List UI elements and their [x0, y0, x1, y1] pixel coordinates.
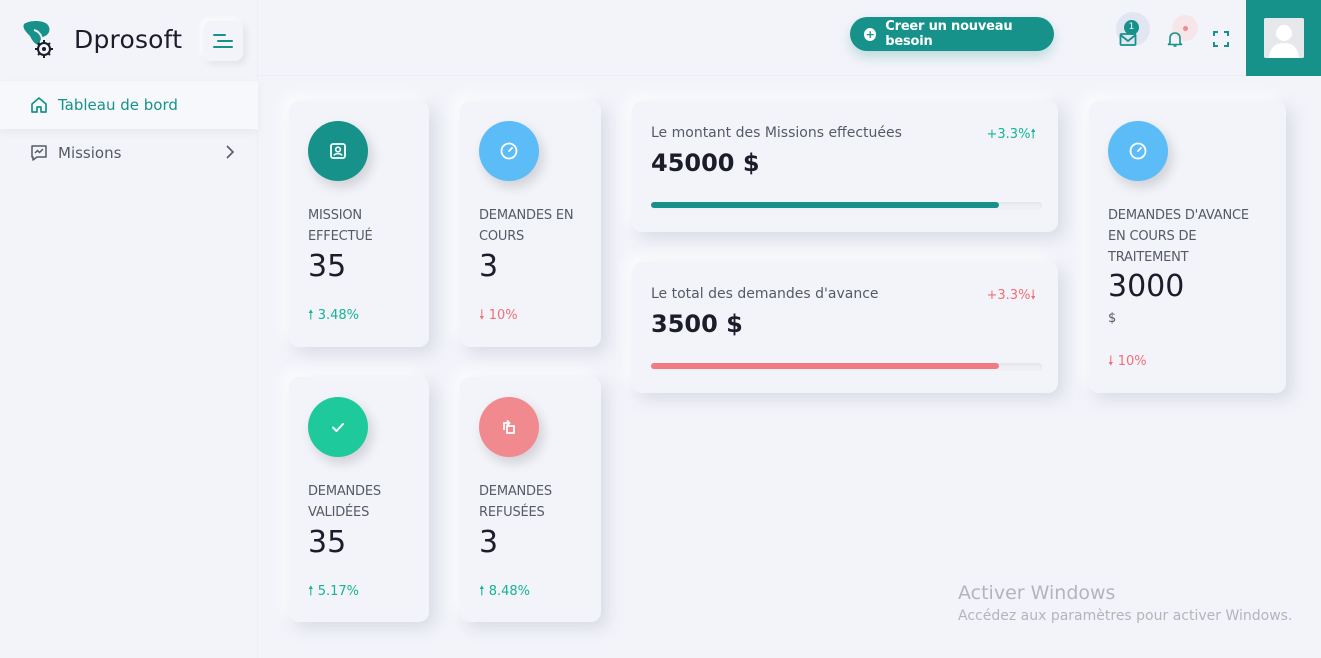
amount-pct-value: +3.3% [986, 127, 1031, 142]
amount-card-missions: Le montant des Missions effectuées +3.3%… [632, 101, 1058, 232]
stat-label: DEMANDES REFUSÉES [479, 484, 552, 520]
arrow-up-icon: 🠕 [479, 584, 485, 599]
fullscreen-button[interactable] [1206, 24, 1236, 54]
stat-card-demandes-en-cours: DEMANDES EN COURS 3 🠗 10% [460, 101, 601, 347]
topbar: + Creer un nouveau besoin 1 [258, 0, 1321, 76]
avatar [1263, 18, 1304, 58]
arrow-up-icon: 🠕 [308, 584, 314, 599]
stat-card-demandes-refusees: DEMANDES REFUSÉES 3 🠕 8.48% [460, 377, 601, 622]
profile-icon [330, 143, 346, 159]
progress-fill [651, 363, 999, 369]
amount-title: Le total des demandes d'avance [651, 286, 879, 302]
stat-label: DEMANDES D'AVANCE EN COURS DE TRAITEMENT [1108, 208, 1249, 265]
amount-pct: +3.3%🠕 [987, 125, 1037, 147]
create-new-need-button[interactable]: + Creer un nouveau besoin [850, 17, 1054, 51]
logo-icon [23, 21, 53, 58]
stat-icon-circle [308, 397, 368, 457]
stat-value: 35 [308, 525, 347, 560]
stat-value: 3 [479, 525, 499, 560]
stat-trend: 🠕 8.48% [479, 582, 530, 604]
stat-icon-circle [479, 397, 539, 457]
amount-card-avances: Le total des demandes d'avance +3.3%🠗 35… [632, 262, 1058, 393]
stat-trend: 🠕 5.17% [308, 582, 359, 604]
home-icon [31, 97, 47, 113]
user-icon [1263, 18, 1304, 58]
menu-toggle-button[interactable] [203, 21, 243, 61]
gauge-icon [1129, 142, 1147, 160]
sidebar-item-label: Tableau de bord [58, 96, 178, 114]
stat-value: 35 [308, 249, 347, 284]
stat-icon-circle [308, 121, 368, 181]
arrow-down-icon: 🠗 [1030, 288, 1036, 303]
menu-icon [213, 34, 233, 48]
arrow-down-icon: 🠗 [1108, 354, 1114, 369]
notification-dot [1183, 26, 1188, 31]
sidebar-item-missions[interactable]: Missions [0, 129, 258, 177]
chevron-right-icon [226, 145, 234, 159]
stat-card-missions-effectuees: MISSION EFFECTUÉ 35 🠕 3.48% [289, 101, 429, 347]
bell-icon [1167, 32, 1183, 47]
sidebar-item-label: Missions [58, 144, 122, 162]
arrow-up-icon: 🠕 [308, 308, 314, 323]
stat-unit: $ [1108, 311, 1117, 326]
amount-value: 45000 $ [651, 149, 760, 177]
plus-icon: + [864, 27, 877, 41]
stat-trend: 🠕 3.48% [308, 306, 359, 328]
stat-trend-value: 10% [1117, 354, 1147, 369]
stat-value: 3 [479, 249, 499, 284]
watermark-subtitle: Accédez aux paramètres pour activer Wind… [958, 608, 1293, 624]
stat-trend-value: 5.17% [317, 584, 360, 599]
stat-trend-value: 10% [488, 308, 518, 323]
create-new-need-label: Creer un nouveau besoin [885, 19, 1013, 49]
progress-fill [651, 202, 999, 208]
stat-trend-value: 8.48% [488, 584, 531, 599]
sidebar: Dprosoft Tableau de bord Missions [0, 0, 258, 658]
rotate-icon [503, 419, 515, 434]
arrow-up-icon: 🠕 [1030, 127, 1036, 142]
chart-icon [31, 145, 47, 161]
fullscreen-icon [1213, 31, 1229, 47]
check-icon [332, 423, 344, 432]
stat-trend-value: 3.48% [317, 308, 360, 323]
stat-card-demandes-avance: DEMANDES D'AVANCE EN COURS DE TRAITEMENT… [1089, 101, 1286, 393]
brand-name: Dprosoft [74, 24, 183, 54]
arrow-down-icon: 🠗 [479, 308, 485, 323]
stat-icon-circle [1108, 121, 1168, 181]
stat-label: MISSION EFFECTUÉ [308, 208, 373, 244]
brand[interactable]: Dprosoft [20, 16, 182, 62]
stat-card-demandes-validees: DEMANDES VALIDÉES 35 🠕 5.17% [289, 377, 429, 622]
stat-trend: 🠗 10% [479, 306, 518, 328]
sidebar-item-tableau-de-bord[interactable]: Tableau de bord [0, 81, 258, 129]
user-menu[interactable] [1246, 0, 1321, 76]
stat-label: DEMANDES VALIDÉES [308, 484, 381, 520]
amount-value: 3500 $ [651, 310, 743, 338]
mail-badge: 1 [1124, 20, 1139, 35]
gauge-icon [500, 142, 518, 160]
stat-trend: 🠗 10% [1108, 352, 1147, 374]
watermark-title: Activer Windows [958, 582, 1116, 604]
amount-pct-value: +3.3% [986, 288, 1031, 303]
windows-activation-watermark: Activer Windows Accédez aux paramètres p… [958, 582, 1292, 624]
progress-bar [651, 202, 1042, 210]
amount-title: Le montant des Missions effectuées [651, 125, 902, 141]
amount-pct: +3.3%🠗 [987, 286, 1037, 308]
stat-icon-circle [479, 121, 539, 181]
progress-bar [651, 363, 1042, 371]
stat-label: DEMANDES EN COURS [479, 208, 574, 244]
stat-value: 3000 [1108, 269, 1185, 304]
